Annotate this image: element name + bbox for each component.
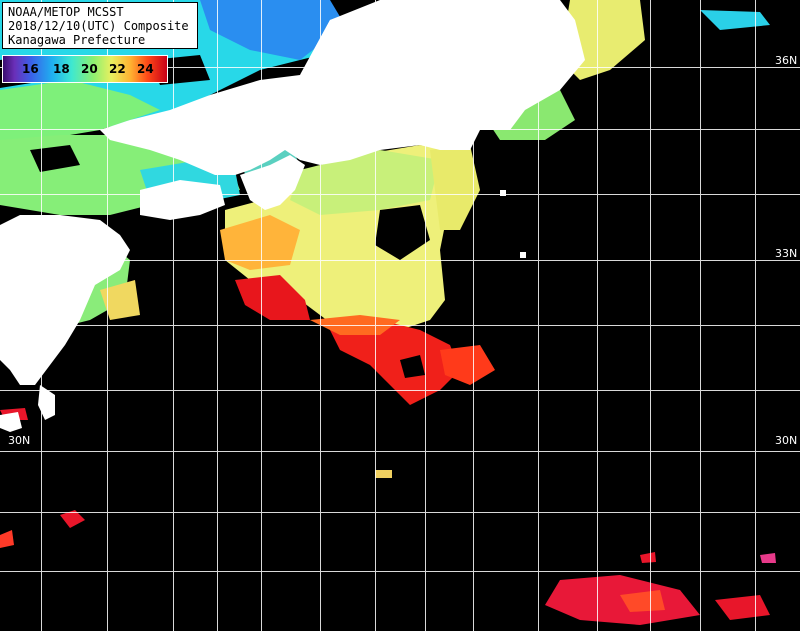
land-island-small-4	[545, 60, 556, 68]
lat-label-33n: 33N	[775, 247, 798, 260]
scale-label-20: 20	[81, 62, 98, 76]
map-title: NOAA/METOP MCSST	[8, 5, 124, 19]
land-island-small-3	[500, 190, 506, 196]
scale-label-24: 24	[137, 62, 154, 76]
map-info-box: NOAA/METOP MCSST 2018/12/10(UTC) Composi…	[2, 2, 198, 49]
land-island-small-1	[0, 412, 22, 432]
scale-label-22: 22	[109, 62, 126, 76]
sst-patch-speck-10	[375, 470, 392, 478]
land-island-small-2	[520, 252, 526, 258]
map-date: 2018/12/10(UTC) Composite	[8, 19, 189, 33]
lat-label-36n: 36N	[775, 54, 798, 67]
lat-label-30n-right: 30N	[775, 434, 798, 447]
scale-label-18: 18	[53, 62, 70, 76]
map-region: Kanagawa Prefecture	[8, 33, 146, 47]
sst-map	[0, 0, 800, 631]
lat-label-30n-left: 30N	[8, 434, 31, 447]
scale-label-16: 16	[22, 62, 39, 76]
temperature-color-scale: 16 18 20 22 24	[2, 55, 168, 83]
